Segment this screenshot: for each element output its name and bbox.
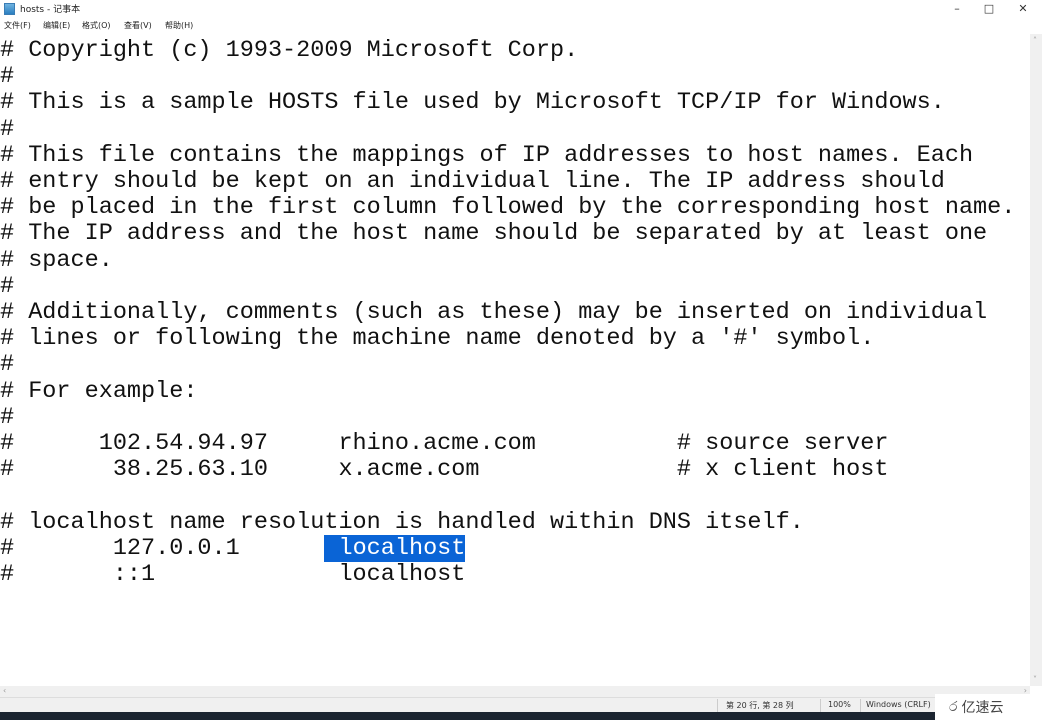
line-text-before: # 127.0.0.1	[0, 534, 325, 562]
zoom-level: 100%	[828, 700, 851, 709]
text-editor[interactable]: # Copyright (c) 1993-2009 Microsoft Corp…	[0, 35, 1030, 686]
text-line: #	[0, 351, 15, 379]
text-line: # This file contains the mappings of IP …	[0, 141, 974, 169]
text-line: #	[0, 272, 15, 300]
text-line: # be placed in the first column followed…	[0, 194, 1016, 222]
line-ending-encoding: Windows (CRLF)	[866, 700, 931, 709]
menu-format[interactable]: 格式(O)	[82, 20, 111, 31]
text-line: #	[0, 63, 15, 91]
text-line: # Additionally, comments (such as these)…	[0, 299, 988, 326]
text-line: #	[0, 403, 15, 431]
watermark-text: 亿速云	[961, 700, 1004, 716]
menu-edit[interactable]: 编辑(E)	[43, 20, 70, 31]
status-divider	[820, 699, 821, 712]
maximize-button[interactable]: □	[974, 0, 1004, 17]
text-line: # ::1 localhost	[0, 561, 466, 588]
text-line: # Copyright (c) 1993-2009 Microsoft Corp…	[0, 37, 579, 64]
minimize-button[interactable]: –	[942, 0, 972, 17]
text-line: # lines or following the machine name de…	[0, 325, 875, 353]
menu-file[interactable]: 文件(F)	[4, 20, 31, 31]
text-line: # space.	[0, 246, 113, 274]
text-line: # 38.25.63.10 x.acme.com # x client host	[0, 456, 889, 484]
cloud-logo-icon: ර	[949, 699, 958, 715]
status-bar: 第 20 行, 第 28 列 100% Windows (CRLF)	[0, 697, 1042, 713]
text-line: # entry should be kept on an individual …	[0, 168, 945, 195]
window-title: hosts - 记事本	[20, 5, 81, 15]
menu-view[interactable]: 查看(V)	[124, 20, 152, 31]
vertical-scrollbar[interactable]: ˄ ˅	[1030, 34, 1042, 686]
selected-text: localhost	[324, 534, 466, 562]
text-line: #	[0, 115, 15, 143]
text-line: # 127.0.0.1 localhost	[0, 534, 466, 562]
text-line: # For example:	[0, 377, 198, 405]
text-line: # This is a sample HOSTS file used by Mi…	[0, 89, 945, 117]
cursor-position: 第 20 行, 第 28 列	[726, 701, 794, 710]
text-line: # localhost name resolution is handled w…	[0, 508, 804, 536]
menu-bar: 文件(F) 编辑(E) 格式(O) 查看(V) 帮助(H)	[0, 17, 1042, 34]
horizontal-scrollbar[interactable]: ‹ ›	[0, 686, 1030, 697]
title-bar: hosts - 记事本 – □ ✕	[0, 0, 1042, 17]
scroll-left-icon[interactable]: ‹	[3, 686, 6, 695]
taskbar	[0, 712, 1042, 720]
scroll-up-icon[interactable]: ˄	[1033, 36, 1037, 45]
scroll-down-icon[interactable]: ˅	[1033, 675, 1037, 684]
notepad-icon	[4, 3, 15, 15]
status-divider	[717, 699, 718, 712]
status-divider	[860, 699, 861, 712]
text-line: # The IP address and the host name shoul…	[0, 220, 988, 248]
text-line: # 102.54.94.97 rhino.acme.com # source s…	[0, 430, 889, 457]
menu-help[interactable]: 帮助(H)	[165, 20, 193, 31]
watermark: ර 亿速云	[935, 694, 1042, 720]
close-button[interactable]: ✕	[1008, 0, 1038, 17]
